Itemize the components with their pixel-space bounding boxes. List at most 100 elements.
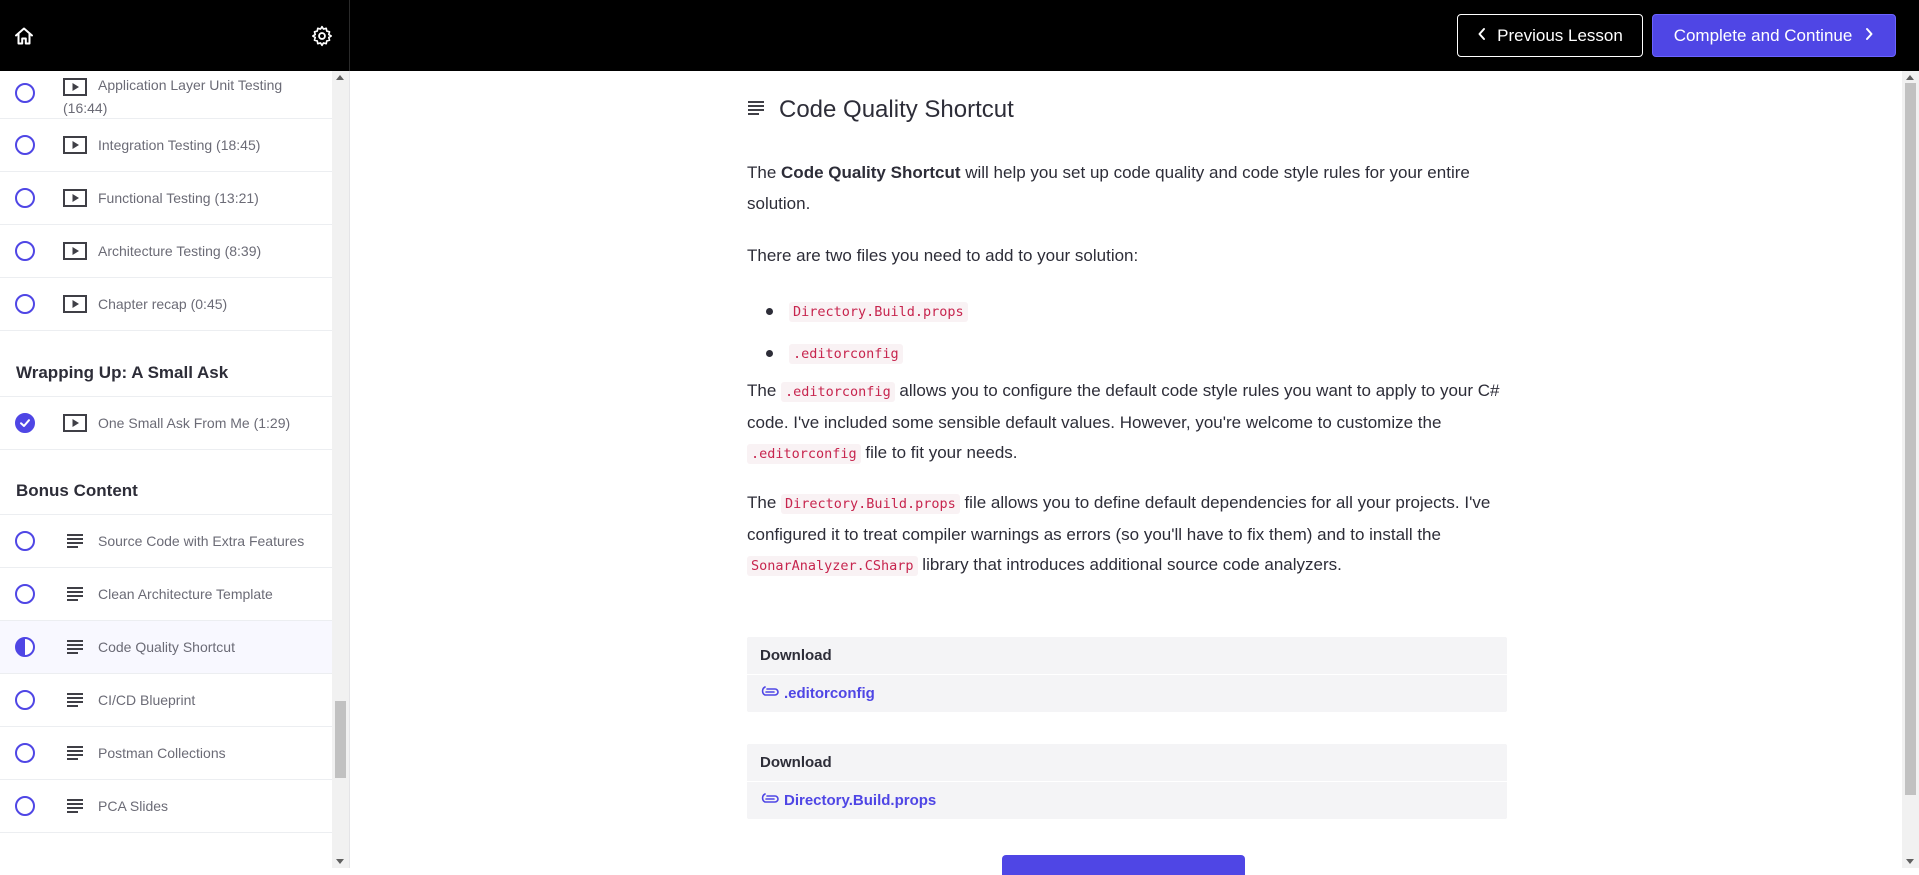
text-lines-icon — [62, 584, 88, 604]
sidebar-scrollbar[interactable] — [332, 71, 349, 868]
sidebar-header — [0, 0, 350, 71]
download-heading: Download — [747, 637, 1507, 675]
lesson-header: Code Quality Shortcut — [747, 96, 1014, 124]
sidebar-lesson-one-small-ask[interactable]: One Small Ask From Me (1:29) — [0, 397, 332, 450]
inline-code: .editorconfig — [781, 382, 895, 402]
scroll-down-arrow-icon[interactable] — [336, 859, 344, 864]
sidebar-lesson-title: Functional Testing (13:21) — [98, 190, 259, 206]
sidebar-lesson-code-quality-shortcut[interactable]: Code Quality Shortcut — [0, 621, 332, 674]
in-progress-circle-icon — [15, 637, 35, 657]
incomplete-circle-icon — [15, 531, 35, 551]
inline-code: Directory.Build.props — [789, 302, 968, 322]
incomplete-circle-icon — [15, 690, 35, 710]
complete-and-continue-button[interactable]: Complete and Continue — [1652, 14, 1896, 57]
list-item: Directory.Build.props — [747, 291, 1507, 333]
inline-code: .editorconfig — [747, 444, 861, 464]
incomplete-circle-icon — [15, 584, 35, 604]
previous-lesson-button[interactable]: Previous Lesson — [1457, 14, 1643, 57]
sidebar-lesson-functional-testing[interactable]: Functional Testing (13:21) — [0, 172, 332, 225]
sidebar-lesson-title: CI/CD Blueprint — [98, 692, 196, 708]
video-icon — [62, 241, 88, 261]
build-props-paragraph: The Directory.Build.props file allows yo… — [747, 488, 1507, 582]
paperclip-icon — [760, 792, 780, 809]
scroll-down-arrow-icon[interactable] — [1906, 859, 1914, 864]
video-icon — [62, 77, 88, 97]
video-icon — [62, 135, 88, 155]
sidebar-lesson-pca-slides[interactable]: PCA Slides — [0, 780, 332, 833]
editorconfig-paragraph: The .editorconfig allows you to configur… — [747, 376, 1507, 470]
bold-text: Code Quality Shortcut — [781, 163, 961, 182]
inline-code: .editorconfig — [789, 344, 903, 364]
text: file to fit your needs. — [860, 443, 1018, 462]
text-lines-icon — [62, 743, 88, 763]
chapter-title-wrapping-up: Wrapping Up: A Small Ask — [16, 363, 229, 382]
top-bar: Previous Lesson Complete and Continue — [0, 0, 1919, 71]
sidebar-lesson-architecture-testing[interactable]: Architecture Testing (8:39) — [0, 225, 332, 278]
incomplete-circle-icon — [15, 796, 35, 816]
text-lines-icon — [62, 531, 88, 551]
download-link-directory-build-props[interactable]: Directory.Build.props — [747, 782, 1507, 819]
main-scrollbar-thumb[interactable] — [1905, 83, 1916, 795]
sidebar-lesson-title: Clean Architecture Template — [98, 586, 273, 602]
scroll-up-arrow-icon[interactable] — [1906, 75, 1914, 80]
chapter-title-bonus-content: Bonus Content — [16, 481, 138, 500]
text-lines-icon — [62, 796, 88, 816]
download-box: Download .editorconfig — [747, 637, 1507, 712]
text: The — [747, 493, 782, 512]
text-lines-icon — [62, 637, 88, 657]
video-icon — [62, 413, 88, 433]
download-file-name: Directory.Build.props — [784, 792, 937, 809]
inline-code: Directory.Build.props — [781, 494, 960, 514]
incomplete-circle-icon — [15, 188, 35, 208]
sidebar-lesson-integration-testing[interactable]: Integration Testing (18:45) — [0, 119, 332, 172]
sidebar-lesson-title: Architecture Testing (8:39) — [98, 243, 262, 259]
download-file-name: .editorconfig — [784, 685, 875, 702]
sidebar-lesson-postman-collections[interactable]: Postman Collections — [0, 727, 332, 780]
text: library that introduces additional sourc… — [917, 555, 1342, 574]
files-paragraph: There are two files you need to add to y… — [747, 246, 1139, 265]
paperclip-icon — [760, 685, 780, 702]
sidebar-lesson-title: Postman Collections — [98, 745, 226, 761]
sidebar-lesson-title: Integration Testing (18:45) — [98, 137, 261, 153]
sidebar-lesson-duration: (16:44) — [63, 100, 108, 116]
sidebar-lesson-title: Source Code with Extra Features — [98, 533, 305, 549]
incomplete-circle-icon — [15, 294, 35, 314]
text-lines-icon — [747, 100, 765, 121]
video-icon — [62, 188, 88, 208]
inline-code: SonarAnalyzer.CSharp — [747, 556, 918, 576]
sidebar-lesson-title: PCA Slides — [98, 798, 169, 814]
course-sidebar: Application Layer Unit Testing (16:44) I… — [0, 71, 350, 868]
scroll-up-arrow-icon[interactable] — [336, 75, 344, 80]
video-icon — [62, 294, 88, 314]
main-scrollbar[interactable] — [1902, 71, 1919, 868]
sidebar-lesson-application-layer-unit-testing[interactable]: Application Layer Unit Testing (16:44) — [0, 71, 332, 119]
incomplete-circle-icon — [15, 135, 35, 155]
incomplete-circle-icon — [15, 83, 35, 103]
sidebar-lesson-ci-cd-blueprint[interactable]: CI/CD Blueprint — [0, 674, 332, 727]
intro-paragraph: The Code Quality Shortcut will help you … — [747, 158, 1507, 219]
complete-and-continue-bottom-button[interactable] — [1002, 855, 1245, 875]
chevron-right-icon — [1864, 26, 1874, 46]
sidebar-lesson-title: Code Quality Shortcut — [98, 639, 235, 655]
gear-icon[interactable] — [308, 22, 336, 50]
download-link-editorconfig[interactable]: .editorconfig — [747, 675, 1507, 712]
sidebar-lesson-source-code[interactable]: Source Code with Extra Features — [0, 515, 332, 568]
list-item: .editorconfig — [747, 333, 1507, 375]
sidebar-lesson-clean-architecture-template[interactable]: Clean Architecture Template — [0, 568, 332, 621]
incomplete-circle-icon — [15, 743, 35, 763]
complete-check-icon — [15, 413, 35, 433]
sidebar-lesson-title: One Small Ask From Me (1:29) — [98, 415, 291, 431]
lesson-content: Code Quality Shortcut The Code Quality S… — [350, 71, 1919, 875]
complete-and-continue-label: Complete and Continue — [1673, 25, 1853, 45]
sidebar-scrollbar-thumb[interactable] — [335, 701, 346, 778]
download-box: Download Directory.Build.props — [747, 744, 1507, 819]
file-list: Directory.Build.props .editorconfig — [747, 291, 1507, 375]
chevron-left-icon — [1477, 26, 1487, 46]
incomplete-circle-icon — [15, 241, 35, 261]
lesson-title: Code Quality Shortcut — [779, 96, 1014, 123]
text-lines-icon — [62, 690, 88, 710]
sidebar-lesson-chapter-recap[interactable]: Chapter recap (0:45) — [0, 278, 332, 331]
previous-lesson-label: Previous Lesson — [1497, 25, 1623, 45]
text: The — [747, 163, 782, 182]
home-icon[interactable] — [10, 22, 38, 50]
